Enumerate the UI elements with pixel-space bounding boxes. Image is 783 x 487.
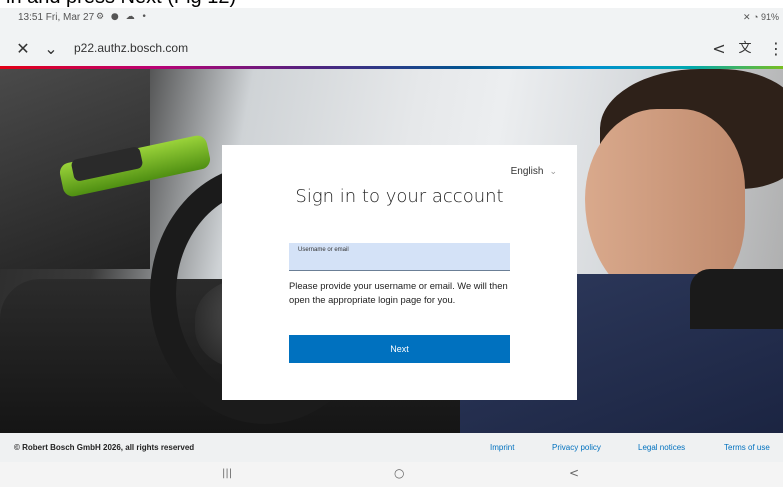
- status-notification-icons: ⚙ ● ☁ •: [96, 12, 149, 22]
- language-selector[interactable]: English ⌄: [511, 166, 557, 177]
- caption-text: in and press Next (Fig 12): [6, 0, 236, 8]
- next-button[interactable]: Next: [289, 335, 510, 363]
- footer-link-terms-of-use[interactable]: Terms of use: [724, 443, 770, 452]
- status-time: 13:51 Fri, Mar 27: [18, 12, 95, 23]
- home-icon[interactable]: ○: [394, 466, 404, 480]
- chevron-down-icon: ⌄: [549, 166, 557, 176]
- username-field[interactable]: Username or email: [289, 243, 510, 271]
- recents-icon[interactable]: |||: [222, 468, 232, 479]
- translate-icon[interactable]: 文: [734, 38, 756, 60]
- back-icon[interactable]: <: [569, 466, 579, 480]
- close-icon[interactable]: ✕: [12, 38, 34, 60]
- share-icon[interactable]: <: [708, 38, 730, 60]
- footer-link-privacy-policy[interactable]: Privacy policy: [552, 443, 601, 452]
- caption-strip: in and press Next (Fig 12): [0, 0, 783, 8]
- footer-link-legal-notices[interactable]: Legal notices: [638, 443, 685, 452]
- more-menu-icon[interactable]: ⋮: [765, 38, 783, 60]
- footer: © Robert Bosch GmbH 2026, all rights res…: [0, 433, 783, 462]
- status-battery: ✕ ◔ 91%: [743, 12, 779, 22]
- status-bar: 13:51 Fri, Mar 27 ⚙ ● ☁ • ✕ ◔ 91%: [0, 8, 783, 32]
- browser-toolbar: ✕ ⌄ p22.authz.bosch.com < 文 ⋮: [0, 32, 783, 66]
- page-title: Sign in to your account: [295, 186, 504, 207]
- android-nav-bar: ||| ○ <: [0, 462, 783, 487]
- footer-link-imprint[interactable]: Imprint: [490, 443, 514, 452]
- chevron-down-icon[interactable]: ⌄: [40, 38, 62, 60]
- login-card: English ⌄ Sign in to your account Usernam…: [222, 145, 577, 400]
- help-text: Please provide your username or email. W…: [289, 280, 508, 305]
- language-label: English: [510, 166, 544, 177]
- username-field-label: Username or email: [298, 247, 349, 253]
- url-text[interactable]: p22.authz.bosch.com: [74, 41, 188, 55]
- copyright-text: © Robert Bosch GmbH 2026, all rights res…: [14, 443, 195, 452]
